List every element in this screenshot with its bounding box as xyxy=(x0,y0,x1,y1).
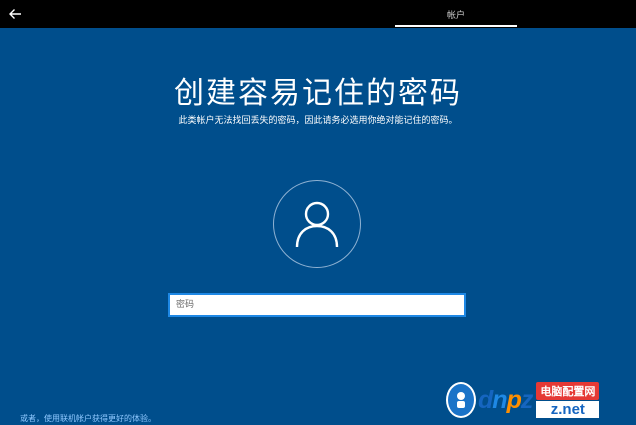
avatar xyxy=(273,180,361,268)
back-button[interactable] xyxy=(4,3,26,25)
arrow-left-icon xyxy=(9,9,21,19)
watermark-brand: dnpz xyxy=(478,385,533,414)
user-icon xyxy=(295,201,339,248)
tab-account[interactable]: 帐户 xyxy=(395,0,517,28)
page-title: 创建容易记住的密码 xyxy=(174,76,462,111)
page-subtitle: 此类帐户无法找回丢失的密码，因此请务必选用你绝对能记住的密码。 xyxy=(178,116,458,126)
online-account-link[interactable]: 或者，使用联机帐户获得更好的体验。 xyxy=(20,413,156,424)
watermark-logo: dnpz 电脑配置网 z.net xyxy=(446,377,632,423)
top-bar: 帐户 xyxy=(0,0,636,28)
tab-underline xyxy=(395,25,517,27)
brand-badge-icon xyxy=(446,382,476,418)
watermark-site-name: 电脑配置网 xyxy=(536,382,600,400)
password-input[interactable] xyxy=(168,293,466,317)
watermark-domain: z.net xyxy=(536,401,600,418)
